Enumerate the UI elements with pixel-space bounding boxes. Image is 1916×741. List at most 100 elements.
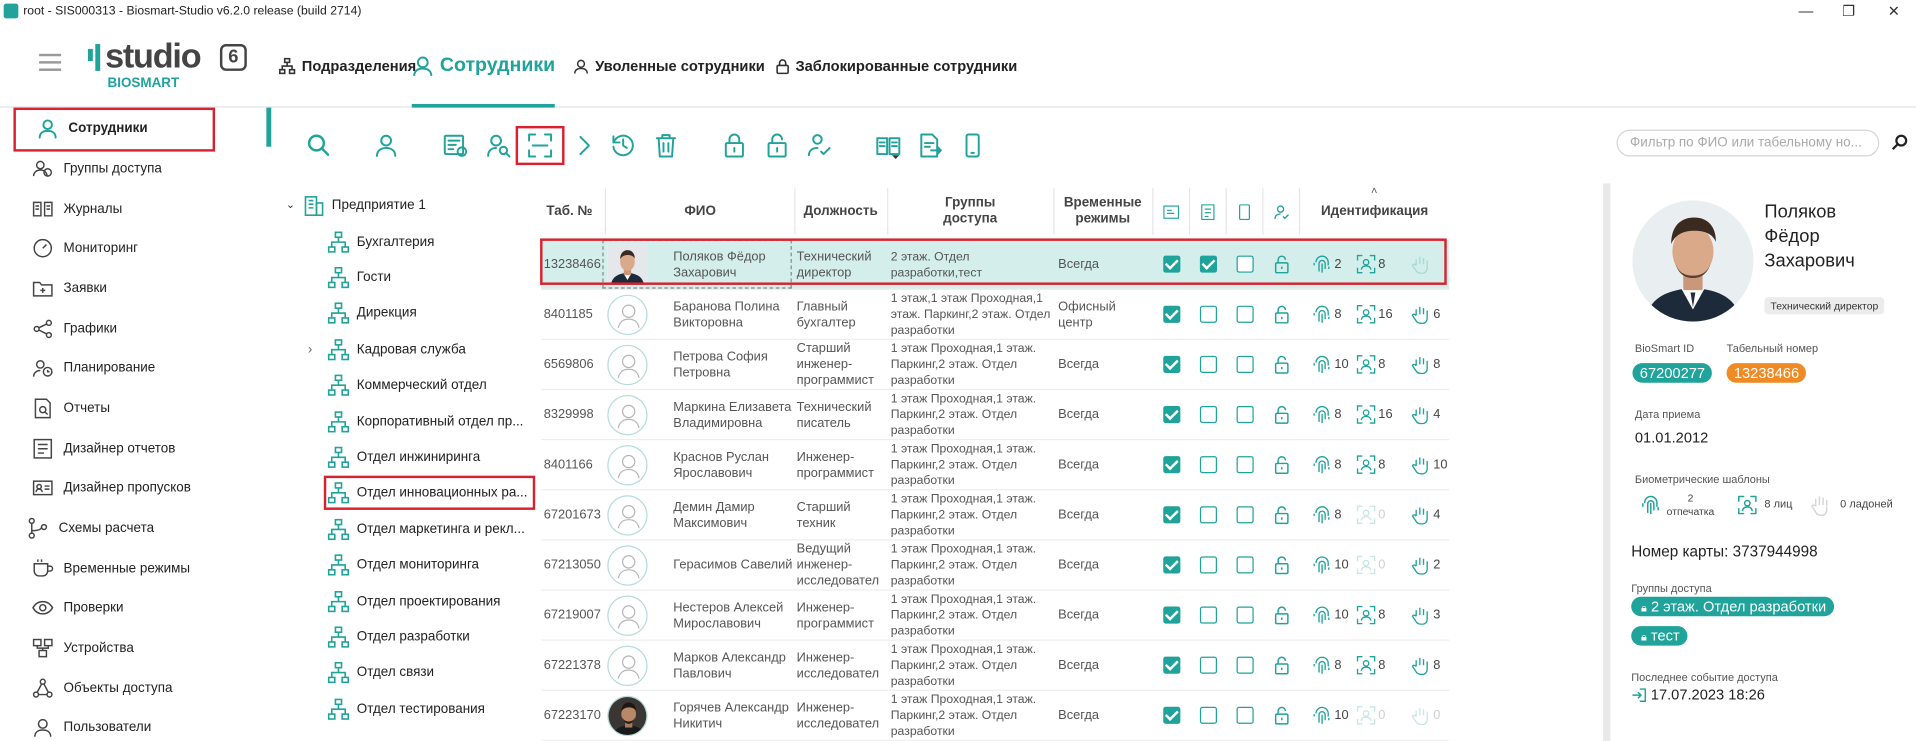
column-header-fio[interactable]: ФИО	[604, 188, 794, 235]
unlock-icon[interactable]	[1272, 605, 1292, 625]
tree-item[interactable]: Отдел маркетинга и рекл...	[327, 511, 525, 546]
tree-item[interactable]: Отдел инжиниринга	[327, 439, 480, 474]
mobile-icon[interactable]	[959, 132, 986, 159]
column-header-tab[interactable]: Таб. №	[538, 188, 602, 234]
sidebar-item-access-objects[interactable]: Объекты доступа	[32, 669, 173, 708]
checkbox-mobile[interactable]	[1236, 506, 1254, 524]
tab-dismissed-employees[interactable]: Уволенные сотрудники	[573, 24, 765, 107]
lock-icon[interactable]	[721, 132, 748, 159]
tab-employees[interactable]: Сотрудники	[411, 24, 556, 108]
unlock-icon[interactable]	[1272, 304, 1292, 324]
checkbox-doc[interactable]	[1199, 706, 1218, 724]
checkbox-card[interactable]	[1163, 556, 1181, 574]
checkbox-doc[interactable]	[1199, 305, 1218, 323]
tree-root[interactable]: ⌄ Предприятие 1	[286, 187, 426, 222]
checkbox-doc[interactable]	[1199, 656, 1218, 674]
tree-item[interactable]: Отдел связи	[327, 655, 434, 690]
tree-item[interactable]: Отдел мониторинга	[327, 547, 479, 582]
checkbox-mobile[interactable]	[1236, 405, 1254, 424]
search-icon[interactable]	[305, 132, 332, 159]
checkbox-card[interactable]	[1163, 656, 1181, 674]
tree-item[interactable]: Корпоративный отдел пр...	[327, 404, 523, 439]
sidebar-item-time-modes[interactable]: Временные режимы	[32, 549, 190, 588]
unlock-icon[interactable]	[1272, 706, 1292, 726]
checkbox-card[interactable]	[1163, 405, 1181, 424]
column-header-doc[interactable]	[1188, 188, 1226, 235]
sidebar-item-calc-schemes[interactable]: Схемы расчета	[27, 509, 154, 548]
checkbox-mobile[interactable]	[1236, 706, 1254, 724]
search-icon[interactable]	[1891, 133, 1909, 150]
checkbox-mobile[interactable]	[1236, 606, 1254, 624]
tree-item[interactable]: › Кадровая служба	[308, 332, 466, 367]
sidebar-item-reports[interactable]: Отчеты	[32, 389, 110, 428]
sidebar-item-schedules[interactable]: Графики	[32, 309, 117, 348]
checkbox-card[interactable]	[1163, 355, 1181, 373]
checkbox-mobile[interactable]	[1236, 355, 1254, 373]
checkbox-doc[interactable]	[1199, 556, 1218, 574]
access-settings-icon[interactable]	[442, 132, 469, 159]
column-header-modes[interactable]: Временные режимы	[1053, 188, 1151, 235]
checkbox-doc[interactable]	[1199, 405, 1218, 424]
tree-item[interactable]: Гости	[327, 260, 391, 295]
sidebar-item-users[interactable]: Пользователи	[32, 708, 151, 741]
history-icon[interactable]	[610, 132, 637, 159]
table-row[interactable]: 8401166 Краснов Руслан Ярославович Инженер…	[541, 440, 1450, 491]
checkbox-doc[interactable]	[1199, 506, 1218, 524]
checkbox-mobile[interactable]	[1236, 656, 1254, 674]
hamburger-menu-icon[interactable]	[39, 53, 62, 71]
table-row[interactable]: 67201673 Демин Дамир Максимович Старший те…	[541, 490, 1450, 541]
sidebar-item-report-designer[interactable]: Дизайнер отчетов	[32, 429, 176, 468]
column-header-person[interactable]	[1262, 188, 1299, 235]
unlock-icon[interactable]	[1272, 555, 1292, 575]
column-header-groups[interactable]: Группы доступа	[887, 188, 1052, 235]
column-header-mobile[interactable]	[1225, 188, 1263, 235]
checkbox-card[interactable]	[1163, 305, 1181, 323]
checkbox-card[interactable]	[1163, 606, 1181, 624]
person-check-icon[interactable]	[805, 132, 832, 159]
table-row[interactable]: 67223170 Горячев Александр Никитич Инженер…	[541, 691, 1450, 741]
table-scrollbar[interactable]	[1603, 183, 1611, 741]
unlock-icon[interactable]	[1272, 355, 1292, 375]
search-input[interactable]: Фильтр по ФИО или табельному но...	[1616, 129, 1880, 157]
checkbox-mobile[interactable]	[1236, 556, 1254, 574]
sidebar-item-planning[interactable]: Планирование	[32, 348, 156, 387]
unlock-icon[interactable]	[1272, 405, 1292, 425]
sidebar-item-card-designer[interactable]: Дизайнер пропусков	[32, 468, 191, 507]
sidebar-item-journals[interactable]: Журналы	[32, 190, 122, 229]
chevron-right-icon[interactable]	[571, 132, 598, 159]
unlock-icon[interactable]	[764, 132, 791, 159]
unlock-icon[interactable]	[1272, 655, 1292, 675]
table-row[interactable]: 6569806 Петрова София Петровна Старший инж…	[541, 340, 1450, 391]
tree-item[interactable]: Отдел тестирования	[327, 691, 485, 726]
checkbox-doc[interactable]	[1199, 456, 1218, 474]
sidebar-item-devices[interactable]: Устройства	[32, 629, 134, 668]
checkbox-mobile[interactable]	[1236, 456, 1254, 474]
table-row[interactable]: 67213050 Герасимов Савелий Ведущий инженер…	[541, 540, 1450, 591]
tree-item[interactable]: Бухгалтерия	[327, 224, 434, 259]
tab-blocked-employees[interactable]: Заблокированные сотрудники	[776, 24, 1017, 107]
restore-button[interactable]: ❐	[1837, 2, 1861, 22]
tree-item[interactable]: Дирекция	[327, 296, 417, 331]
sidebar-item-monitoring[interactable]: Мониторинг	[32, 229, 138, 268]
unlock-icon[interactable]	[1272, 455, 1292, 475]
table-row[interactable]: 67219007 Нестеров Алексей Мирославович Инж…	[541, 591, 1450, 641]
column-header-card[interactable]	[1152, 188, 1189, 235]
table-row[interactable]: 8401185 Баранова Полина Викторовна Главный…	[541, 290, 1450, 340]
checkbox-doc[interactable]	[1199, 355, 1218, 373]
checkbox-card[interactable]	[1163, 456, 1181, 474]
checkbox-doc[interactable]	[1199, 606, 1218, 624]
tab-departments[interactable]: Подразделения	[279, 24, 416, 107]
employee-search-icon[interactable]	[485, 132, 512, 159]
close-button[interactable]: ✕	[1882, 2, 1906, 22]
checkbox-mobile[interactable]	[1236, 305, 1254, 323]
export-icon[interactable]	[916, 132, 943, 159]
trash-icon[interactable]	[652, 132, 679, 159]
checkbox-card[interactable]	[1163, 706, 1181, 724]
unlock-icon[interactable]	[1272, 505, 1292, 525]
tree-item[interactable]: Отдел разработки	[327, 619, 470, 654]
table-row[interactable]: 8329998 Маркина Елизавета Владимировна Тех…	[541, 390, 1450, 441]
checkbox-card[interactable]	[1163, 506, 1181, 524]
sidebar-item-checks[interactable]: Проверки	[32, 588, 123, 627]
column-header-position[interactable]: Должность	[794, 188, 886, 235]
minimize-button[interactable]: —	[1794, 2, 1818, 22]
